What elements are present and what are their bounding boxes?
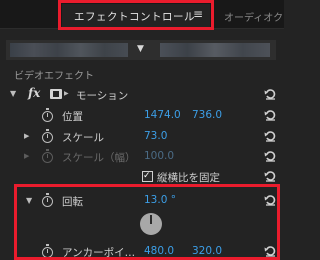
motion-icon-arrow: ▶ bbox=[64, 90, 69, 97]
scale-label: スケール bbox=[62, 132, 104, 144]
scale-width-label: スケール（幅） bbox=[62, 152, 136, 164]
reset-icon[interactable] bbox=[264, 109, 276, 121]
video-effects-heading: ビデオエフェクト bbox=[14, 71, 94, 82]
motion-collapse-icon[interactable]: ▼ bbox=[10, 89, 16, 98]
position-label: 位置 bbox=[62, 111, 83, 123]
scale-width-stopwatch-icon bbox=[42, 149, 53, 163]
fx-toggle-icon[interactable]: fx bbox=[28, 86, 40, 100]
position-y-value[interactable]: 736.0 bbox=[192, 109, 222, 121]
uniform-scale-checkbox[interactable]: ✓ bbox=[142, 171, 153, 182]
uniform-scale-label: 縦横比を固定 bbox=[157, 172, 220, 184]
clip-dropdown-icon[interactable]: ▼ bbox=[137, 44, 144, 54]
scale-value[interactable]: 73.0 bbox=[144, 130, 167, 142]
tab-highlight-box bbox=[58, 0, 214, 30]
scale-expand-icon[interactable]: ▶ bbox=[24, 132, 29, 140]
scale-width-value: 100.0 bbox=[144, 150, 175, 162]
motion-label: モーション bbox=[76, 90, 129, 102]
checkmark-icon: ✓ bbox=[143, 171, 151, 181]
clip-name-blurred bbox=[10, 43, 128, 57]
clip-timeline-blurred bbox=[160, 43, 270, 57]
rotation-highlight-box bbox=[14, 184, 280, 260]
reset-icon[interactable] bbox=[264, 130, 276, 142]
reset-icon[interactable] bbox=[264, 150, 276, 162]
scale-width-expand-icon: ▶ bbox=[24, 152, 30, 160]
reset-icon[interactable] bbox=[264, 88, 276, 100]
position-stopwatch-icon[interactable] bbox=[42, 108, 53, 122]
reset-icon[interactable] bbox=[264, 170, 276, 182]
scale-stopwatch-icon[interactable] bbox=[42, 129, 53, 143]
position-x-value[interactable]: 1474.0 bbox=[144, 109, 181, 121]
tab-audio-clip-mixer[interactable]: オーディオク bbox=[224, 9, 283, 24]
motion-transform-icon[interactable] bbox=[50, 89, 62, 99]
